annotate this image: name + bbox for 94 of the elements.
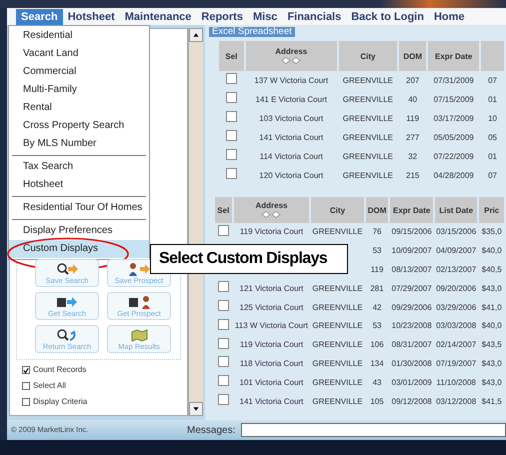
table-cell: 01 xyxy=(488,152,497,160)
table-cell: $43,0 xyxy=(482,358,502,368)
table-cell: 40 xyxy=(408,94,418,104)
table-cell: 281 xyxy=(370,284,384,293)
table-cell: 08/31/2007 xyxy=(392,340,432,350)
table-cell: GREENVILLE xyxy=(312,378,363,387)
table-cell: 103 Victoria Court xyxy=(259,114,324,122)
table-cell: 03/03/2008 xyxy=(436,321,476,330)
table-cell: 09/20/2006 xyxy=(436,284,476,293)
table-cell: GREENVILLE xyxy=(342,170,393,180)
table-cell: 207 xyxy=(406,76,420,84)
table-cell: 10/09/2007 xyxy=(392,246,432,256)
table-cell: GREENVILLE xyxy=(312,302,363,312)
table-cell: 53 xyxy=(372,246,382,256)
table-cell: 119 Victoria Court xyxy=(240,340,304,350)
table-cell: 137 W Victoria Court xyxy=(254,76,328,84)
table-cell: 07 xyxy=(488,170,497,180)
table-cell: 09/12/2008 xyxy=(392,396,432,406)
table-cell: 01/30/2008 xyxy=(392,358,432,368)
table-cell: $43,5 xyxy=(482,340,502,350)
table-cell: 07 xyxy=(488,76,497,84)
table-cell: 141 Victoria Court xyxy=(259,132,324,142)
table-cell: $43,0 xyxy=(482,284,502,293)
checkbox-label: Display Criteria xyxy=(33,396,88,408)
table-cell: GREENVILLE xyxy=(312,340,363,350)
table-cell: 03/29/2006 xyxy=(436,302,476,312)
table-cell: 105 xyxy=(370,396,384,406)
messages-label: Messages: xyxy=(187,424,236,438)
table-cell: GREENVILLE xyxy=(342,152,393,160)
table-cell: 76 xyxy=(372,227,382,236)
table-cell: 32 xyxy=(408,152,418,160)
table-cell: 09/15/2006 xyxy=(392,227,432,236)
table-cell: 42 xyxy=(372,302,382,312)
table-cell: $43,0 xyxy=(482,378,502,387)
column-header: Address xyxy=(255,201,288,210)
spreadsheet-title: Excel Spreadsheet xyxy=(209,27,295,37)
table-cell: 07/15/2009 xyxy=(434,94,474,104)
table-cell: 03/17/2009 xyxy=(434,114,474,122)
table-cell: 10/23/2008 xyxy=(392,321,432,330)
checkbox-label: Select All xyxy=(33,380,66,392)
table-cell: 07/31/2009 xyxy=(434,76,474,84)
table-cell: 277 xyxy=(406,132,420,142)
table-cell: 07/22/2009 xyxy=(434,152,474,160)
table-cell: 04/28/2009 xyxy=(434,170,474,180)
checkbox-label: Count Records xyxy=(33,364,86,376)
table-cell: 01 xyxy=(488,94,497,104)
table-cell: 119 xyxy=(370,264,384,274)
table-cell: 07/29/2007 xyxy=(392,284,432,293)
column-header: Address xyxy=(275,47,308,56)
table-cell: $35,0 xyxy=(482,227,502,236)
table-cell: GREENVILLE xyxy=(342,94,393,104)
table-cell: 118 Victoria Court xyxy=(240,358,304,368)
table-cell: GREENVILLE xyxy=(312,284,363,293)
table-cell: GREENVILLE xyxy=(342,76,393,84)
table-cell: $41,5 xyxy=(482,396,502,406)
table-cell: 215 xyxy=(406,170,420,180)
table-cell: 03/12/2008 xyxy=(436,396,476,406)
table-cell: 121 Victoria Court xyxy=(240,284,304,293)
table-cell: 02/14/2007 xyxy=(436,340,476,350)
table-cell: 07/19/2007 xyxy=(436,358,476,368)
table-cell: $40,0 xyxy=(482,321,502,330)
table-cell: 106 xyxy=(370,340,384,350)
table-cell: GREENVILLE xyxy=(312,321,363,330)
table-cell: $40,0 xyxy=(482,246,502,256)
table-cell: 119 Victoria Court xyxy=(240,227,304,236)
table-cell: 119 xyxy=(406,114,420,122)
table-cell: 141 Victoria Court xyxy=(240,396,304,406)
table-cell: GREENVILLE xyxy=(342,114,393,122)
table-cell: 08/13/2007 xyxy=(392,264,432,274)
table-cell: $40,5 xyxy=(482,264,502,274)
table-cell: 05 xyxy=(488,132,497,142)
table-cell: 02/13/2007 xyxy=(436,264,476,274)
table-cell: 53 xyxy=(372,321,382,330)
table-cell: GREENVILLE xyxy=(342,132,393,142)
callout-label: Select Custom Displays xyxy=(150,244,348,274)
table-cell: 05/05/2009 xyxy=(434,132,474,142)
table-cell: 113 W Victoria Court xyxy=(234,321,308,330)
table-cell: 114 Victoria Court xyxy=(260,152,323,160)
table-cell: 03/01/2009 xyxy=(392,378,432,387)
table-cell: 09/29/2006 xyxy=(392,302,432,312)
table-cell: GREENVILLE xyxy=(312,358,363,368)
table-cell: $41,0 xyxy=(482,302,502,312)
table-cell: 43 xyxy=(372,378,382,387)
table-cell: 04/09/2007 xyxy=(436,246,476,256)
table-cell: 10 xyxy=(488,114,497,122)
table-cell: 134 xyxy=(370,358,384,368)
table-cell: 125 Victoria Court xyxy=(240,302,304,312)
table-cell: GREENVILLE xyxy=(312,227,363,236)
table-cell: 120 Victoria Court xyxy=(259,170,324,180)
table-cell: 101 Victoria Court xyxy=(240,378,304,387)
table-cell: GREENVILLE xyxy=(312,396,363,406)
table-cell: 141 E Victoria Court xyxy=(256,94,327,104)
table-cell: 03/15/2006 xyxy=(436,227,476,236)
table-cell: 11/10/2008 xyxy=(436,378,476,387)
